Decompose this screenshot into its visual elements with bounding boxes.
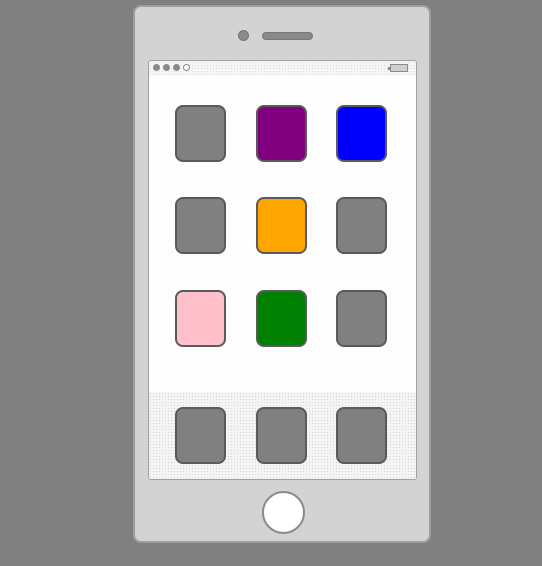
signal-dot bbox=[173, 64, 180, 71]
app-icon[interactable] bbox=[175, 290, 226, 347]
app-icon[interactable] bbox=[336, 105, 387, 162]
signal-dot bbox=[163, 64, 170, 71]
dock bbox=[149, 392, 416, 479]
phone-screen bbox=[148, 60, 417, 480]
earpiece-speaker-icon bbox=[262, 32, 313, 40]
phone-frame bbox=[133, 5, 431, 543]
signal-dot bbox=[153, 64, 160, 71]
app-icon[interactable] bbox=[175, 105, 226, 162]
status-bar bbox=[149, 61, 416, 75]
app-icon[interactable] bbox=[256, 290, 307, 347]
signal-dot-empty bbox=[183, 64, 190, 71]
dock-app-icon[interactable] bbox=[336, 407, 387, 464]
home-button[interactable] bbox=[262, 491, 305, 534]
app-icon[interactable] bbox=[256, 105, 307, 162]
app-icon[interactable] bbox=[175, 197, 226, 254]
signal-strength-icon bbox=[153, 64, 190, 71]
app-icon[interactable] bbox=[336, 197, 387, 254]
app-icon[interactable] bbox=[256, 197, 307, 254]
dock-app-icon[interactable] bbox=[175, 407, 226, 464]
dock-app-icon[interactable] bbox=[256, 407, 307, 464]
app-icon[interactable] bbox=[336, 290, 387, 347]
front-camera-icon bbox=[238, 30, 249, 41]
battery-icon bbox=[388, 64, 408, 72]
